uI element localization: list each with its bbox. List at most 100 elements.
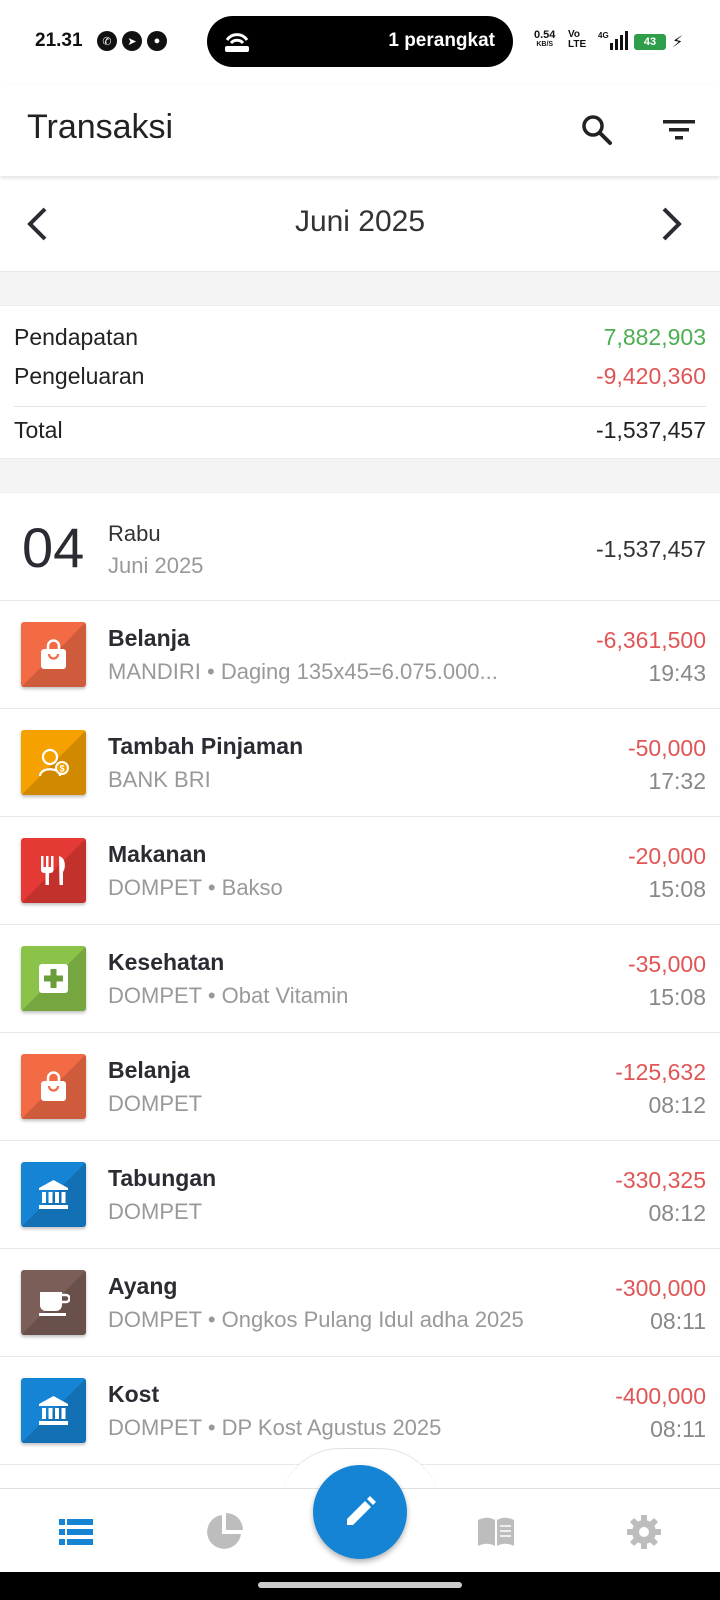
expense-label: Pengeluaran bbox=[14, 363, 145, 389]
transaction-time: 19:43 bbox=[648, 660, 706, 686]
filter-icon bbox=[663, 120, 695, 140]
transaction-amount: -400,000 bbox=[615, 1383, 706, 1409]
volte-bottom: LTE bbox=[568, 39, 587, 50]
network-speed-value: 0.54 bbox=[534, 29, 556, 41]
transaction-time: 15:08 bbox=[648, 876, 706, 902]
transaction-details: DOMPET • DP Kost Agustus 2025 bbox=[108, 1415, 442, 1440]
category-icon bbox=[21, 1054, 86, 1119]
medical-plus-icon bbox=[39, 964, 68, 993]
volte-indicator: Vo LTE bbox=[568, 30, 586, 50]
transaction-row[interactable]: Makanan DOMPET • Bakso -20,000 15:08 bbox=[0, 817, 720, 925]
category-icon bbox=[21, 946, 86, 1011]
category-icon bbox=[21, 1162, 86, 1227]
network-speed-unit: KB/S bbox=[536, 41, 554, 48]
hotspot-label: 1 perangkat bbox=[388, 30, 495, 51]
total-row: Total -1,537,457 bbox=[14, 417, 706, 444]
transaction-row[interactable]: Belanja DOMPET -125,632 08:12 bbox=[0, 1033, 720, 1141]
svg-text:$: $ bbox=[60, 764, 65, 774]
summary-divider bbox=[14, 406, 706, 407]
income-row: Pendapatan 7,882,903 bbox=[14, 324, 706, 351]
category-icon bbox=[21, 838, 86, 903]
status-time: 21.31 bbox=[35, 30, 83, 51]
chat-icon: ● bbox=[147, 31, 167, 51]
day-name: Rabu bbox=[108, 521, 161, 546]
notification-icons: ✆ ➤ ● bbox=[97, 31, 167, 51]
transaction-category: Tabungan bbox=[108, 1165, 217, 1191]
charging-icon: ⚡ bbox=[672, 34, 684, 51]
pie-chart-icon bbox=[207, 1513, 243, 1549]
chevron-right-icon bbox=[662, 207, 682, 241]
monthly-summary: Pendapatan 7,882,903 Pengeluaran -9,420,… bbox=[0, 305, 720, 459]
day-number: 04 bbox=[22, 516, 85, 579]
category-icon: $ bbox=[21, 730, 86, 795]
next-month-button[interactable] bbox=[648, 200, 696, 248]
transaction-amount: -20,000 bbox=[627, 843, 706, 869]
total-value: -1,537,457 bbox=[596, 417, 706, 443]
transaction-row[interactable]: Ayang DOMPET • Ongkos Pulang Idul adha 2… bbox=[0, 1249, 720, 1357]
home-indicator[interactable] bbox=[258, 1582, 462, 1588]
expense-value: -9,420,360 bbox=[596, 363, 706, 389]
loan-person-icon: $ bbox=[38, 748, 69, 777]
transaction-time: 08:12 bbox=[648, 1200, 706, 1226]
category-icon bbox=[21, 622, 86, 687]
svg-text:4G: 4G bbox=[598, 31, 609, 40]
transaction-list[interactable]: 04 Rabu Juni 2025 -1,537,457 Belanja MAN… bbox=[0, 492, 720, 1492]
transaction-category: Belanja bbox=[108, 1057, 190, 1083]
filter-button[interactable] bbox=[655, 106, 703, 154]
gesture-bar bbox=[0, 1572, 720, 1600]
transaction-category: Ayang bbox=[108, 1273, 178, 1299]
nav-reports[interactable] bbox=[200, 1510, 248, 1554]
transaction-amount: -35,000 bbox=[627, 951, 706, 977]
day-month-year: Juni 2025 bbox=[108, 553, 204, 578]
page-title: Transaksi bbox=[27, 108, 174, 146]
transaction-category: Tambah Pinjaman bbox=[108, 733, 304, 759]
battery-icon: 43 bbox=[634, 34, 666, 50]
add-transaction-button[interactable] bbox=[313, 1465, 407, 1559]
transaction-category: Makanan bbox=[108, 841, 207, 867]
signal-icon: 4G bbox=[598, 31, 628, 50]
transaction-amount: -300,000 bbox=[615, 1275, 706, 1301]
transaction-details: DOMPET bbox=[108, 1199, 203, 1224]
transaction-category: Kost bbox=[108, 1381, 160, 1407]
status-bar: 21.31 ✆ ➤ ● 1 perangkat 0.54 KB/S Vo LTE… bbox=[0, 0, 720, 84]
whatsapp-icon: ✆ bbox=[97, 31, 117, 51]
transaction-row[interactable]: Kesehatan DOMPET • Obat Vitamin -35,000 … bbox=[0, 925, 720, 1033]
fork-knife-icon bbox=[41, 856, 65, 885]
transaction-row[interactable]: Tabungan DOMPET -330,325 08:12 bbox=[0, 1141, 720, 1249]
category-icon bbox=[21, 1378, 86, 1443]
transaction-time: 08:11 bbox=[650, 1308, 706, 1334]
network-speed: 0.54 KB/S bbox=[534, 30, 555, 50]
transaction-details: BANK BRI bbox=[108, 767, 211, 792]
shopping-bag-icon bbox=[41, 639, 66, 669]
month-navigator: Juni 2025 bbox=[0, 176, 720, 272]
shopping-bag-icon bbox=[41, 1071, 66, 1101]
income-value: 7,882,903 bbox=[603, 324, 706, 350]
pencil-icon bbox=[347, 1496, 376, 1525]
transaction-details: DOMPET bbox=[108, 1091, 203, 1116]
nav-budget[interactable] bbox=[472, 1510, 520, 1554]
hotspot-icon bbox=[225, 33, 249, 52]
transaction-time: 15:08 bbox=[648, 984, 706, 1010]
transaction-time: 17:32 bbox=[648, 768, 706, 794]
transaction-details: DOMPET • Ongkos Pulang Idul adha 2025 bbox=[108, 1307, 524, 1332]
transaction-category: Belanja bbox=[108, 625, 190, 651]
transaction-details: DOMPET • Bakso bbox=[108, 875, 283, 900]
app-bar: Transaksi bbox=[0, 84, 720, 176]
day-total: -1,537,457 bbox=[596, 536, 706, 562]
transaction-row[interactable]: Belanja MANDIRI • Daging 135x45=6.075.00… bbox=[0, 601, 720, 709]
book-icon bbox=[478, 1517, 514, 1546]
transaction-category: Kesehatan bbox=[108, 949, 225, 975]
transaction-row[interactable]: $ Tambah Pinjaman BANK BRI -50,000 17:32 bbox=[0, 709, 720, 817]
coffee-cup-icon bbox=[39, 1292, 70, 1316]
transaction-amount: -6,361,500 bbox=[596, 627, 706, 653]
day-header: 04 Rabu Juni 2025 -1,537,457 bbox=[0, 493, 720, 601]
expense-row: Pengeluaran -9,420,360 bbox=[14, 363, 706, 390]
search-icon bbox=[582, 115, 612, 145]
transaction-time: 08:11 bbox=[650, 1416, 706, 1442]
search-button[interactable] bbox=[573, 106, 621, 154]
current-month-label: Juni 2025 bbox=[294, 205, 426, 238]
hotspot-pill[interactable]: 1 perangkat bbox=[207, 16, 513, 67]
bank-icon bbox=[39, 1180, 68, 1209]
nav-transactions[interactable] bbox=[52, 1510, 100, 1554]
nav-settings[interactable] bbox=[620, 1510, 668, 1554]
